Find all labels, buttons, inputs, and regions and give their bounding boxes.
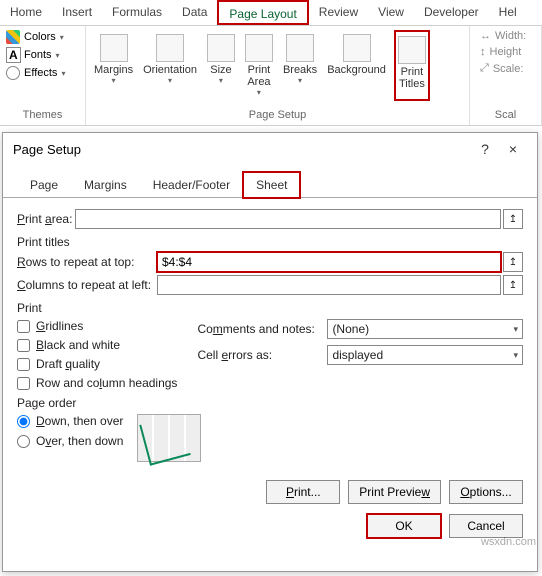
- effects-icon: [6, 66, 20, 80]
- print-titles-button[interactable]: Print Titles: [394, 30, 430, 101]
- draft-check[interactable]: Draft quality: [17, 357, 177, 371]
- group-scale: ↔Width: ↕Height ⤢Scale: Scal: [470, 26, 542, 125]
- chevron-down-icon: ▾: [61, 69, 65, 78]
- comments-combo[interactable]: (None)▾: [327, 319, 523, 339]
- tab-view[interactable]: View: [368, 0, 414, 25]
- chevron-down-icon: ▾: [219, 76, 223, 85]
- effects-dropdown[interactable]: Effects▾: [6, 66, 79, 80]
- print-titles-section: Print titles: [17, 235, 523, 249]
- bw-check[interactable]: Black and white: [17, 338, 177, 352]
- pageorder-section: Page order: [17, 396, 523, 410]
- watermark: wsxdn.com: [481, 536, 536, 548]
- group-page-setup: Margins▾ Orientation▾ Size▾ Print Area▾ …: [86, 26, 470, 125]
- tab-review[interactable]: Review: [309, 0, 368, 25]
- dialog-tabs: Page Margins Header/Footer Sheet: [3, 171, 537, 198]
- chevron-down-icon: ▾: [112, 76, 116, 85]
- dialog-title: Page Setup: [13, 142, 471, 157]
- page-setup-dialog: Page Setup ? × Page Margins Header/Foote…: [2, 132, 538, 572]
- rows-repeat-input[interactable]: [157, 252, 501, 272]
- ok-button[interactable]: OK: [367, 514, 441, 538]
- rowcol-check[interactable]: Row and column headings: [17, 376, 177, 390]
- print-area-input[interactable]: [75, 209, 501, 229]
- chevron-down-icon: ▾: [168, 76, 172, 85]
- print-area-label: Print area:: [17, 212, 75, 226]
- breaks-icon: [286, 34, 314, 62]
- chevron-down-icon: ▾: [60, 33, 64, 42]
- colors-dropdown[interactable]: Colors▾: [6, 30, 79, 44]
- close-button[interactable]: ×: [499, 141, 527, 157]
- fonts-dropdown[interactable]: Fonts▾: [6, 48, 79, 62]
- size-button[interactable]: Size▾: [205, 30, 237, 101]
- comments-label: Comments and notes:: [197, 322, 327, 336]
- cols-repeat-input[interactable]: [157, 275, 501, 295]
- help-button[interactable]: ?: [471, 141, 499, 157]
- chevron-down-icon: ▾: [56, 51, 60, 60]
- background-button[interactable]: Background: [325, 30, 388, 101]
- ref-button[interactable]: ↥: [503, 252, 523, 272]
- print-section: Print: [17, 301, 523, 315]
- cancel-button[interactable]: Cancel: [449, 514, 523, 538]
- tab-help[interactable]: Hel: [489, 0, 527, 25]
- cols-repeat-label: Columns to repeat at left:: [17, 278, 157, 292]
- size-icon: [207, 34, 235, 62]
- breaks-button[interactable]: Breaks▾: [281, 30, 319, 101]
- tab-data[interactable]: Data: [172, 0, 217, 25]
- dlg-tab-margins[interactable]: Margins: [71, 172, 140, 198]
- order-down-radio[interactable]: Down, then over: [17, 414, 123, 428]
- tab-home[interactable]: Home: [0, 0, 52, 25]
- width-control[interactable]: ↔Width:: [480, 30, 535, 42]
- tab-developer[interactable]: Developer: [414, 0, 489, 25]
- print-area-button[interactable]: Print Area▾: [243, 30, 275, 101]
- tab-formulas[interactable]: Formulas: [102, 0, 172, 25]
- rows-repeat-label: Rows to repeat at top:: [17, 255, 157, 269]
- margins-button[interactable]: Margins▾: [92, 30, 135, 101]
- height-control[interactable]: ↕Height: [480, 46, 535, 58]
- ref-button[interactable]: ↥: [503, 275, 523, 295]
- page-order-preview: [137, 414, 201, 462]
- scale-icon: ⤢: [480, 62, 489, 75]
- dialog-body: Print area: ↥ Print titles Rows to repea…: [3, 198, 537, 470]
- group-themes: Colors▾ Fonts▾ Effects▾ Themes: [0, 26, 86, 125]
- options-button[interactable]: Options...: [449, 480, 523, 504]
- dlg-tab-headerfooter[interactable]: Header/Footer: [140, 172, 243, 198]
- background-icon: [343, 34, 371, 62]
- ribbon-tabs: Home Insert Formulas Data Page Layout Re…: [0, 0, 542, 26]
- print-titles-icon: [398, 36, 426, 64]
- chevron-down-icon: ▾: [513, 350, 518, 361]
- group-label-scale: Scal: [476, 109, 535, 121]
- dlg-tab-sheet[interactable]: Sheet: [243, 172, 300, 198]
- gridlines-check[interactable]: Gridlines: [17, 319, 177, 333]
- errors-label: Cell errors as:: [197, 348, 327, 362]
- colors-icon: [6, 30, 20, 44]
- dialog-titlebar: Page Setup ? ×: [3, 133, 537, 165]
- chevron-down-icon: ▾: [257, 88, 261, 97]
- scale-control[interactable]: ⤢Scale:: [480, 62, 535, 75]
- dlg-tab-page[interactable]: Page: [17, 172, 71, 198]
- tab-page-layout[interactable]: Page Layout: [217, 0, 308, 25]
- ribbon-body: Colors▾ Fonts▾ Effects▾ Themes Margins▾ …: [0, 26, 542, 126]
- orientation-icon: [156, 34, 184, 62]
- tab-insert[interactable]: Insert: [52, 0, 102, 25]
- print-button[interactable]: Print...: [266, 480, 340, 504]
- fonts-icon: [6, 48, 20, 62]
- orientation-button[interactable]: Orientation▾: [141, 30, 199, 101]
- print-area-icon: [245, 34, 273, 62]
- group-label-themes: Themes: [6, 109, 79, 121]
- ref-button[interactable]: ↥: [503, 209, 523, 229]
- height-icon: ↕: [480, 46, 486, 58]
- group-label-pagesetup: Page Setup: [92, 109, 463, 121]
- margins-icon: [100, 34, 128, 62]
- errors-combo[interactable]: displayed▾: [327, 345, 523, 365]
- width-icon: ↔: [480, 30, 491, 42]
- order-over-radio[interactable]: Over, then down: [17, 434, 123, 448]
- print-preview-button[interactable]: Print Preview: [348, 480, 441, 504]
- chevron-down-icon: ▾: [513, 324, 518, 335]
- chevron-down-icon: ▾: [298, 76, 302, 85]
